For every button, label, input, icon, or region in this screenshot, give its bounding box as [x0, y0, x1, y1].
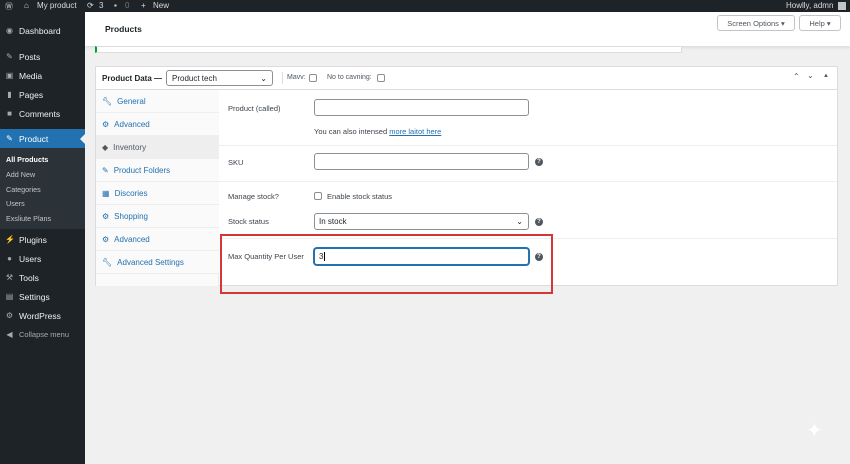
screen-options-button[interactable]: Screen Options ▾ — [717, 15, 795, 31]
menu-users[interactable]: ● Users — [0, 249, 85, 268]
option-checkbox-2[interactable] — [377, 74, 385, 82]
menu-dashboard[interactable]: ◉ Dashboard — [0, 21, 85, 40]
sku-label: SKU — [228, 158, 244, 167]
tab-advanced[interactable]: ⚙ Advanced — [96, 113, 219, 136]
gear-icon: ⚙ — [5, 311, 14, 320]
sku-input[interactable] — [314, 153, 529, 170]
dashboard-icon: ◉ — [6, 26, 13, 35]
manage-stock-label: Manage stock? — [228, 192, 279, 201]
pin-icon: ✎ — [6, 52, 13, 61]
option-checkbox-1[interactable] — [309, 74, 317, 82]
pin-icon: ✎ — [6, 134, 13, 143]
submenu-users[interactable]: Users — [6, 199, 25, 208]
panel-header: Product Data — Product tech ⌄ Mavv: No to… — [96, 67, 837, 90]
move-down-icon[interactable]: ⌄ — [807, 71, 814, 80]
plugins-icon: ⚡ — [5, 235, 15, 244]
collapse-icon: ◀ — [6, 330, 13, 339]
site-name-link[interactable]: My product — [37, 1, 77, 10]
submenu-add-new[interactable]: Add New — [6, 170, 35, 179]
chevron-down-icon: ⌄ — [260, 74, 267, 83]
wrench-icon: ⚒ — [5, 273, 14, 282]
tag-icon: ◆ — [102, 142, 109, 152]
product-called-label: Product (called) — [228, 104, 281, 113]
page-header: Products Screen Options ▾ Help ▾ — [85, 12, 850, 46]
tab-shopping[interactable]: ⚙ Shopping — [96, 205, 219, 228]
stock-status-label: Stock status — [228, 217, 269, 226]
toggle-panel-icon[interactable]: ▲ — [823, 73, 829, 79]
tab-advanced-settings[interactable]: 🔧︎ Advanced Settings — [96, 251, 219, 274]
tab-general[interactable]: 🔧︎ General — [96, 90, 219, 113]
menu-pages[interactable]: ▮ Pages — [0, 85, 85, 104]
admin-sidebar: ◉ Dashboard ✎ Posts ▣ Media ▮ Pages ■ Comment… — [0, 12, 85, 464]
wrench-icon: 🔧︎ — [102, 257, 113, 267]
help-button[interactable]: Help ▾ — [799, 15, 841, 31]
plus-icon: + — [141, 1, 146, 10]
users-icon: ● — [7, 254, 12, 263]
menu-media[interactable]: ▣ Media — [0, 66, 85, 85]
comments-count[interactable]: 0 — [125, 1, 129, 10]
wordpress-logo-icon[interactable]: Ⓦ — [5, 1, 13, 12]
notice-box — [95, 46, 682, 53]
option-label-1: Mavv: — [287, 74, 306, 81]
enable-stock-label: Enable stock status — [327, 192, 393, 201]
settings-icon: ▤ — [5, 292, 14, 301]
product-type-select[interactable]: Product tech ⌄ — [166, 70, 273, 86]
panel-title: Product Data — — [102, 74, 163, 83]
pencil-icon: ✎ — [102, 165, 109, 175]
help-icon[interactable]: ? — [535, 218, 543, 226]
chevron-down-icon: ⌄ — [516, 217, 523, 226]
menu-comments[interactable]: ■ Comments — [0, 104, 85, 123]
submenu-all-products[interactable]: All Products — [6, 155, 48, 164]
product-tabs: 🔧︎ General ⚙ Advanced ◆ Inventory ✎ Product … — [96, 90, 219, 286]
tab-advanced-2[interactable]: ⚙ Advanced — [96, 228, 219, 251]
comments-icon[interactable]: ▪ — [114, 1, 117, 10]
collapse-menu[interactable]: ◀ Collapse menu — [0, 325, 85, 344]
option-label-2: No to cavning: — [327, 74, 372, 81]
enable-stock-checkbox[interactable] — [314, 192, 322, 200]
helper-text: You can also intensed more laitot here — [314, 127, 442, 136]
updates-icon[interactable]: ⟳ — [87, 1, 94, 10]
sparkle-icon: ✦ — [806, 420, 823, 442]
menu-posts[interactable]: ✎ Posts — [0, 47, 85, 66]
submenu-plans[interactable]: Exsliute Plans — [6, 214, 51, 223]
product-submenu: All Products Add New Categories Users Ex… — [0, 148, 85, 229]
menu-wordpress[interactable]: ⚙ WordPress — [0, 306, 85, 325]
helper-link[interactable]: more laitot here — [389, 127, 441, 136]
menu-product[interactable]: ✎ Product — [0, 129, 85, 148]
product-called-input[interactable] — [314, 99, 529, 116]
wrench-icon: 🔧︎ — [102, 96, 113, 106]
updates-count[interactable]: 3 — [99, 1, 103, 10]
tab-product-folders[interactable]: ✎ Product Folders — [96, 159, 219, 182]
new-link[interactable]: New — [153, 1, 169, 10]
avatar[interactable] — [838, 2, 846, 10]
page-title: Products — [105, 24, 142, 34]
greeting[interactable]: Howlly, admn — [786, 1, 833, 10]
tab-discories[interactable]: ▦ Discories — [96, 182, 219, 205]
calendar-icon: ▦ — [102, 188, 110, 198]
home-icon: ⌂ — [24, 1, 29, 10]
gear-icon: ⚙ — [102, 119, 110, 129]
comment-icon: ■ — [7, 109, 12, 118]
menu-plugins[interactable]: ⚡ Plugins — [0, 230, 85, 249]
menu-settings[interactable]: ▤ Settings — [0, 287, 85, 306]
gear-icon: ⚙ — [102, 234, 110, 244]
highlight-box — [220, 234, 553, 294]
admin-bar: Ⓦ ⌂ My product ⟳ 3 ▪ 0 + New Howlly, adm… — [0, 0, 850, 12]
move-up-icon[interactable]: ⌃ — [793, 72, 800, 81]
current-arrow-icon — [75, 134, 85, 144]
tab-inventory[interactable]: ◆ Inventory — [96, 136, 219, 159]
media-icon: ▣ — [5, 71, 14, 80]
help-icon[interactable]: ? — [535, 158, 543, 166]
stock-status-select[interactable]: In stock ⌄ — [314, 213, 529, 230]
gear-icon: ⚙ — [102, 211, 110, 221]
menu-tools[interactable]: ⚒ Tools — [0, 268, 85, 287]
submenu-categories[interactable]: Categories — [6, 185, 41, 194]
pages-icon: ▮ — [7, 90, 12, 99]
